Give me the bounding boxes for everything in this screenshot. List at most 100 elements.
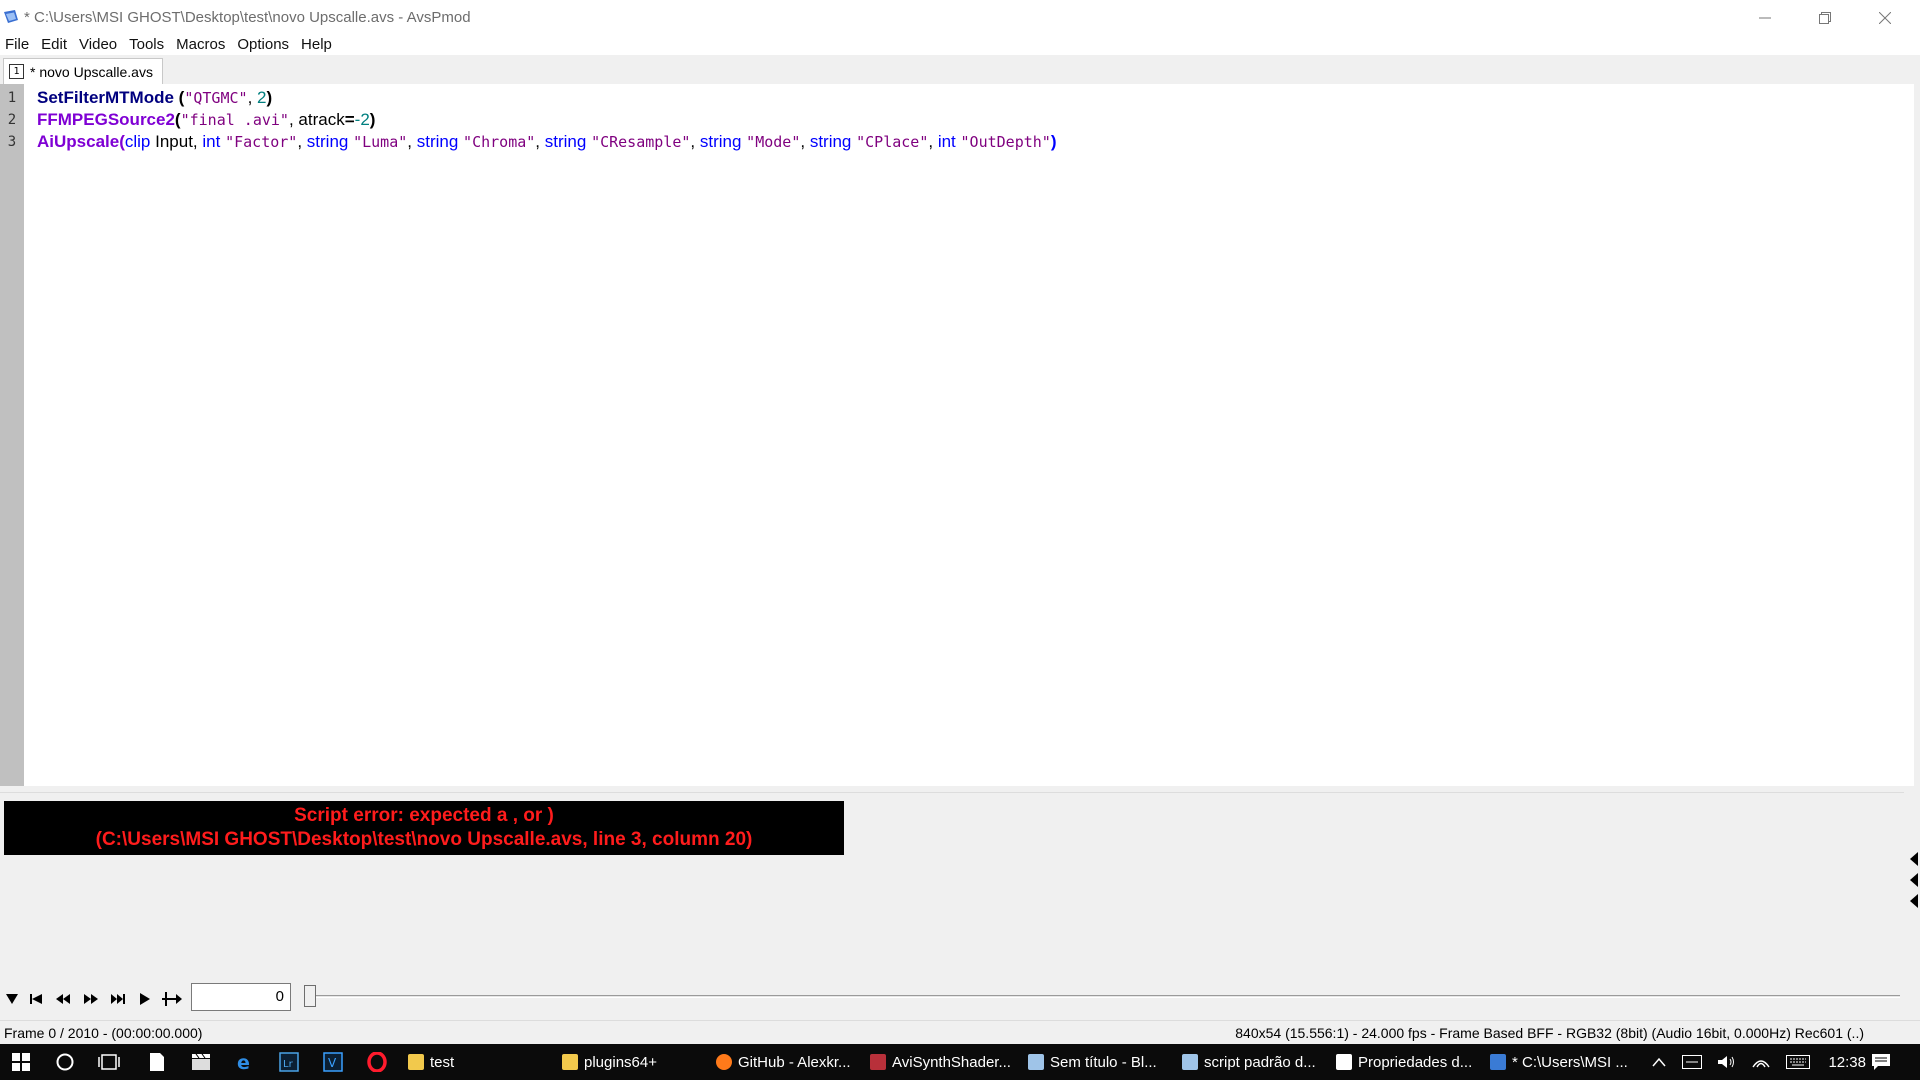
string-literal: "Factor" [225, 133, 298, 151]
code-line-1[interactable]: SetFilterMTMode ("QTGMC", 2) [37, 87, 272, 109]
number-literal: -2 [354, 110, 370, 129]
separator: , [690, 132, 700, 151]
menu-file[interactable]: File [0, 35, 36, 55]
restore-button[interactable] [1796, 0, 1854, 35]
paren: ( [173, 88, 185, 107]
type-keyword: int [202, 132, 221, 151]
first-frame-button[interactable] [24, 989, 48, 1009]
separator: , [297, 132, 307, 151]
status-bar: Frame 0 / 2010 - (00:00:00.000) 840x54 (… [0, 1020, 1920, 1044]
menu-bar: File Edit Video Tools Macros Options Hel… [0, 35, 1920, 55]
timeline-slider[interactable] [304, 985, 1900, 1007]
pinned-lightroom[interactable]: Lr [276, 1044, 302, 1080]
menu-video[interactable]: Video [74, 35, 124, 55]
taskbar-item-firefox-github[interactable]: GitHub - Alexkr... [716, 1044, 851, 1080]
collapse-left-icon[interactable] [1910, 852, 1918, 866]
error-location: (C:\Users\MSI GHOST\Desktop\test\novo Up… [95, 829, 753, 850]
string-literal: "CPlace" [856, 133, 929, 151]
start-button[interactable] [6, 1044, 36, 1080]
menu-help[interactable]: Help [296, 35, 339, 55]
pinned-v-app[interactable]: V [320, 1044, 346, 1080]
skip-forward-button[interactable] [106, 989, 130, 1009]
tab-number-icon: 1 [9, 64, 24, 79]
tab-label: * novo Upscalle.avs [30, 63, 153, 80]
fast-forward-icon [84, 994, 98, 1004]
pinned-video-editor[interactable] [188, 1044, 214, 1080]
type-keyword: string [306, 132, 349, 151]
svg-text:Lr: Lr [283, 1059, 294, 1070]
keyboard-icon[interactable] [1786, 1055, 1810, 1069]
clock[interactable]: 12:38 [1828, 1054, 1866, 1071]
menu-macros[interactable]: Macros [171, 35, 232, 55]
taskbar-item-script-padrao[interactable]: script padrão d... [1182, 1044, 1316, 1080]
svg-text:V: V [328, 1056, 337, 1070]
timeline-thumb[interactable] [304, 985, 316, 1007]
properties-icon [1336, 1054, 1352, 1070]
pinned-edge[interactable]: e [232, 1044, 258, 1080]
script-editor[interactable]: 1 2 3 SetFilterMTMode ("QTGMC", 2) FFMPE… [0, 84, 1914, 786]
video-info-status: 840x54 (15.556:1) - 24.000 fps - Frame B… [1235, 1025, 1864, 1041]
task-label: Propriedades d... [1358, 1053, 1473, 1071]
string-literal: "Chroma" [463, 133, 536, 151]
playback-toolbar: 0 [0, 981, 1920, 1015]
close-button[interactable] [1856, 0, 1914, 35]
string-literal: "Luma" [353, 133, 408, 151]
code-line-2[interactable]: FFMPEGSource2("final .avi", atrack=-2) [37, 109, 375, 131]
volume-icon[interactable] [1718, 1055, 1736, 1069]
taskbar-item-plugins64[interactable]: plugins64+ [562, 1044, 657, 1080]
type-keyword: clip [124, 132, 151, 151]
v-app-icon: V [323, 1052, 343, 1072]
rewind-icon [56, 994, 70, 1004]
winrar-icon [870, 1054, 886, 1070]
frame-status: Frame 0 / 2010 - (00:00:00.000) [4, 1025, 203, 1041]
collapse-left-icon[interactable] [1910, 873, 1918, 887]
paren: ) [369, 110, 376, 129]
jump-to-frame-button[interactable] [160, 989, 184, 1009]
task-label: GitHub - Alexkr... [738, 1053, 851, 1071]
minimize-icon [1759, 17, 1771, 18]
type-keyword: string [544, 132, 587, 151]
app-window: * C:\Users\MSI GHOST\Desktop\test\novo U… [0, 0, 1920, 1080]
taskbar-item-propriedades[interactable]: Propriedades d... [1336, 1044, 1472, 1080]
wifi-icon[interactable] [1752, 1055, 1770, 1069]
triangle-down-icon [6, 994, 18, 1004]
input-method-icon[interactable] [1682, 1055, 1702, 1069]
minimize-button[interactable] [1736, 0, 1794, 35]
menu-options[interactable]: Options [232, 35, 296, 55]
taskbar-item-avspmod[interactable]: * C:\Users\MSI ... [1490, 1044, 1628, 1080]
opera-icon [367, 1052, 387, 1072]
task-view-button[interactable] [94, 1044, 124, 1080]
play-button[interactable] [133, 989, 157, 1009]
line-number: 2 [7, 112, 17, 128]
action-center-button[interactable] [1866, 1044, 1896, 1080]
clapperboard-icon [192, 1054, 210, 1070]
menu-tools[interactable]: Tools [124, 35, 171, 55]
separator: , [800, 132, 810, 151]
title-bar[interactable]: * C:\Users\MSI GHOST\Desktop\test\novo U… [0, 0, 1920, 35]
function-name: FFMPEGSource2 [37, 110, 175, 129]
play-icon [140, 993, 150, 1005]
taskbar-item-avisynthshader[interactable]: AviSynthShader... [870, 1044, 1011, 1080]
pinned-opera[interactable] [364, 1044, 390, 1080]
collapse-left-icon[interactable] [1910, 894, 1918, 908]
rewind-button[interactable] [51, 989, 75, 1009]
cortana-button[interactable] [50, 1044, 80, 1080]
menu-edit[interactable]: Edit [36, 35, 74, 55]
notepad-icon [1028, 1054, 1044, 1070]
video-preview-pane[interactable]: Script error: expected a , or ) (C:\User… [0, 792, 1904, 975]
fast-forward-button[interactable] [79, 989, 103, 1009]
separator: , [247, 88, 258, 107]
pinned-notepad[interactable] [144, 1044, 170, 1080]
string-literal: "OutDepth" [960, 133, 1051, 151]
frame-number-input[interactable]: 0 [191, 983, 291, 1011]
tab-novo-upscalle[interactable]: 1 * novo Upscalle.avs [3, 58, 163, 84]
function-name: AiUpscale [37, 132, 120, 151]
taskbar-item-test[interactable]: test [408, 1044, 454, 1080]
code-line-3[interactable]: AiUpscale(clip Input, int "Factor", stri… [37, 131, 1057, 153]
toggle-preview-button[interactable] [0, 989, 24, 1009]
skip-back-icon [30, 994, 42, 1004]
paren: ) [1050, 132, 1057, 151]
taskbar-item-sem-titulo[interactable]: Sem título - Bl... [1028, 1044, 1157, 1080]
chevron-up-icon[interactable] [1652, 1057, 1666, 1067]
paren: ) [266, 88, 273, 107]
